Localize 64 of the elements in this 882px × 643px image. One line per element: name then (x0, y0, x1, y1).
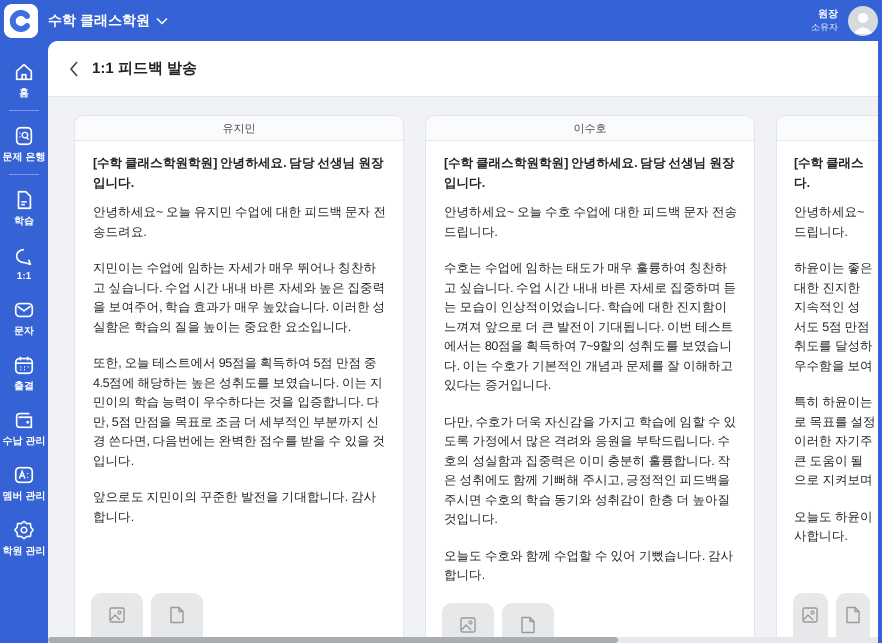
student-name: 유지민 (222, 122, 256, 136)
message-line: 큰 도움이 될 (794, 452, 864, 470)
calendar-icon (13, 354, 35, 376)
message-line: 대한 진지한 (794, 280, 862, 296)
file-icon (520, 616, 536, 634)
message-line: 특히 하윤이는 (794, 394, 874, 411)
message-line: 오늘도 하윤이 (794, 508, 874, 526)
message-line: 안녕하세요~ (794, 204, 865, 221)
attach-image-button[interactable] (793, 593, 828, 637)
image-icon (801, 606, 820, 624)
page-title: 1:1 피드백 발송 (92, 59, 198, 78)
document-search-icon (13, 125, 35, 147)
message-greeting: 다. (794, 175, 811, 192)
message-line: 하윤이는 좋은 (794, 260, 874, 277)
sidebar-item[interactable]: 문제 은행 (0, 117, 48, 172)
attach-image-button[interactable] (91, 593, 143, 637)
attach-image-button[interactable] (442, 602, 494, 637)
message-line: 로 목표를 설정 (794, 414, 877, 430)
message-line: 우수함을 보여 (794, 358, 874, 374)
image-icon (108, 606, 126, 624)
message-paragraph: 지민이는 수업에 임하는 자세가 매우 뛰어나 칭찬하고 싶습니다. 수업 시간 내내 바른 자세와 높은 집중력을 보여주어, 학습 효과가 매우 높았습니다. 이러한 성실함은 학습의 질을 높이는 중요한 요소입니다. (93, 260, 386, 336)
message-greeting: [수학 클래스학원학원] 안녕하세요. 담당 선생님 원장입니다. (444, 155, 736, 192)
image-icon (459, 616, 477, 634)
message-line: 으로 지켜보며 (794, 472, 874, 489)
sidebar-item[interactable]: 문자 (0, 291, 48, 346)
attach-file-button[interactable] (502, 602, 554, 637)
chevron-down-icon (156, 16, 168, 24)
avatar[interactable] (848, 6, 878, 36)
message-line: 서도 5점 만점 (794, 318, 871, 336)
message-greeting: [수학 클래스 (794, 155, 865, 172)
back-button[interactable] (68, 60, 80, 78)
student-name: 이수호 (574, 122, 606, 136)
message-paragraph: 안녕하세요~ 오늘 유지민 수업에 대한 피드백 문자 전송드려요. (93, 204, 387, 240)
home-icon (13, 61, 35, 83)
id-card-icon (13, 464, 35, 486)
message-paragraph: 오늘도 수호와 함께 수업할 수 있어 기뻤습니다. 감사합니다. (444, 548, 734, 584)
message-greeting: [수학 클래스학원학원] 안녕하세요. 담당 선생님 원장입니다. (93, 155, 385, 192)
message-line: 사합니다. (794, 528, 848, 545)
user-name: 원장 (818, 8, 838, 20)
sidebar-item[interactable]: 출결 (0, 346, 48, 401)
app-logo (4, 4, 38, 38)
message-line: 취도를 달성하 (794, 338, 874, 355)
sidebar-item[interactable]: 수납 관리 (0, 401, 48, 456)
message-line: 지속적인 성 (794, 299, 862, 316)
attach-file-button[interactable] (836, 593, 870, 637)
message-paragraph: 안녕하세요~ 오늘 수호 수업에 대한 피드백 문자 전송드립니다. (444, 204, 738, 240)
sidebar-item[interactable]: 홈 (0, 53, 48, 108)
sidebar-item[interactable]: 학습 (0, 181, 48, 236)
message-paragraph: 다만, 수호가 더욱 자신감을 가지고 학습에 임할 수 있도록 가정에서 많은 격려와 응원을 부탁드립니다. 수호의 성실함과 집중력은 이미 충분히 훌륭합니다. 작은 성취에도 함께 기뻐해 주시고, 긍정적인 피드백을 주시면 수호의 학습 동기와 성취감이 한층 더 높아질 것입니다. (444, 414, 738, 528)
file-icon (169, 606, 185, 624)
sidebar-item[interactable]: 1:1 (0, 236, 48, 291)
user-role: 소유자 (811, 20, 838, 32)
attach-file-button[interactable] (151, 593, 203, 637)
settings-icon (13, 519, 35, 541)
academy-selector[interactable]: 수학 클래스학원 (48, 12, 168, 30)
sidebar-item[interactable]: 멤버 관리 (0, 456, 48, 511)
message-paragraph: 앞으로도 지민이의 꾸준한 발전을 기대합니다. 감사합니다. (93, 489, 378, 526)
message-line: 드립니다. (794, 224, 848, 240)
message-paragraph: 수호는 수업에 임하는 태도가 매우 훌륭하여 칭찬하고 싶습니다. 수업 시간 내내 바른 자세로 집중하며 듣는 모습이 인상적이었습니다. 학습에 대한 진지함이 느껴져 앞으로 더 큰 발전이 기대됩니다. 이번 테스트에서는 80점을 획득하여 7~9할의 성취도를 보였습니다. 이는 수호가 기본적인 개념과 문제를 잘 이해하고 있다는 증거입니다. (444, 260, 738, 394)
horizontal-scrollbar[interactable] (48, 637, 618, 643)
sidebar-item[interactable]: 학원 관리 (0, 511, 48, 566)
file-icon (844, 606, 861, 624)
message-paragraph: 또한, 오늘 테스트에서 95점을 획득하여 5점 만점 중 4.5점에 해당하는 높은 성취도를 보였습니다. 이는 지민이의 학습 능력이 우수하다는 것을 입증합니다. 다만, 5점 만점을 목표로 조금 더 세부적인 부분까지 신경 쓴다면, 다음번에는 완벽한 점수를 받을 수 있을 것입니다. (93, 355, 386, 470)
message-line: 이러한 자기주 (794, 433, 874, 450)
